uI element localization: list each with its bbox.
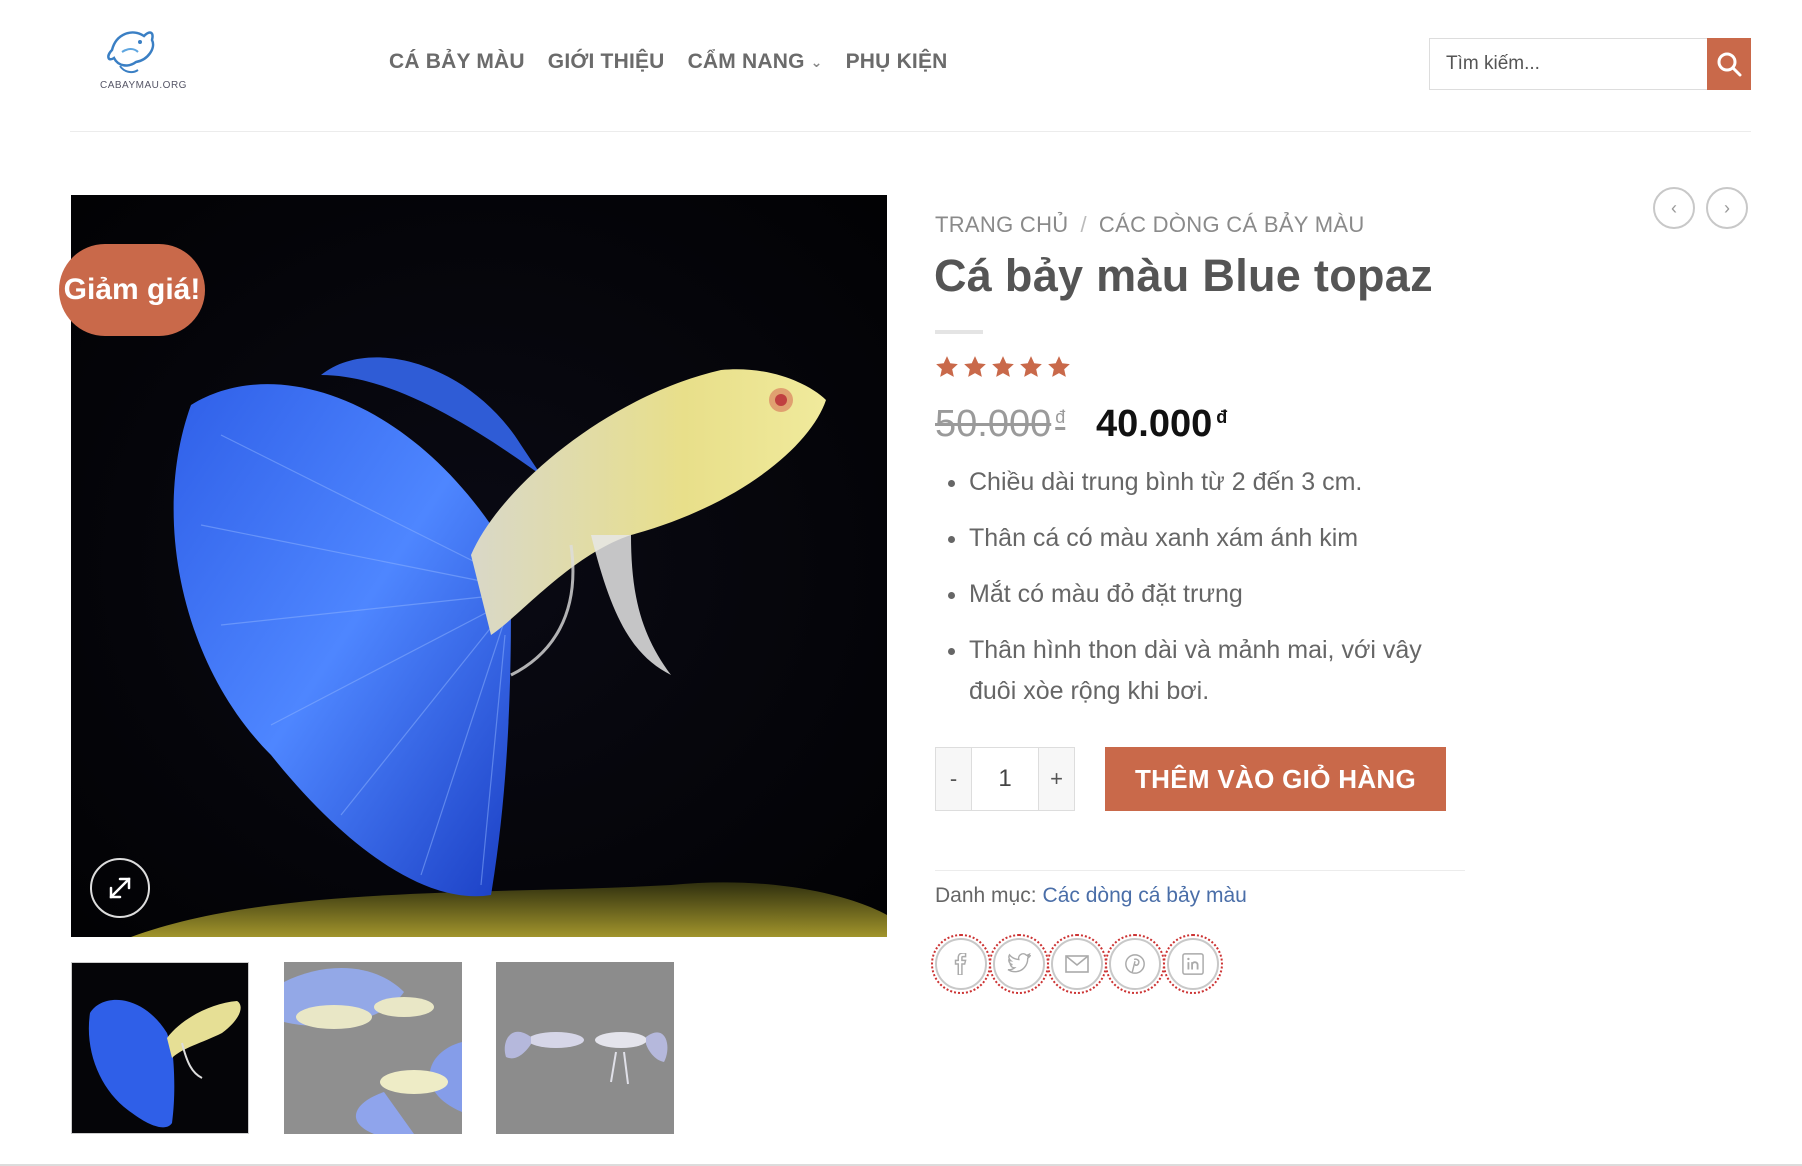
price-new: 40.000 đ xyxy=(1096,403,1227,446)
currency-symbol: đ xyxy=(1216,407,1228,427)
breadcrumb-separator: / xyxy=(1080,212,1087,237)
nav-label: CÁ BẢY MÀU xyxy=(389,50,525,73)
star-icon xyxy=(964,356,986,377)
nav-label: GIỚI THIỆU xyxy=(547,50,665,73)
nav-item-phu-kien[interactable]: PHỤ KIỆN xyxy=(846,50,948,74)
share-linkedin-button[interactable] xyxy=(1163,934,1223,994)
star-icon xyxy=(1048,356,1070,377)
expand-icon xyxy=(109,877,131,899)
share-facebook-button[interactable] xyxy=(931,934,991,994)
nav-item-gioi-thieu[interactable]: GIỚI THIỆU xyxy=(548,50,665,74)
qty-increase-button[interactable]: + xyxy=(1039,748,1074,810)
chevron-right-icon: › xyxy=(1724,197,1730,218)
price-old-value: 50.000 xyxy=(935,403,1052,445)
category-label: Danh mục: xyxy=(935,884,1037,907)
price-new-value: 40.000 xyxy=(1096,403,1213,445)
pinterest-icon xyxy=(1125,954,1145,974)
zoom-button[interactable] xyxy=(90,858,150,918)
chevron-down-icon: ⌄ xyxy=(810,53,823,70)
share-buttons xyxy=(931,934,1223,994)
twitter-icon xyxy=(1007,953,1031,973)
thumbnail-1[interactable] xyxy=(71,962,249,1134)
next-product-button[interactable]: › xyxy=(1706,187,1748,229)
category-link[interactable]: Các dòng cá bảy màu xyxy=(1043,884,1247,907)
share-pinterest-button[interactable] xyxy=(1105,934,1165,994)
thumbnail-2[interactable] xyxy=(284,962,462,1134)
search-icon xyxy=(1717,52,1742,77)
header-divider xyxy=(70,131,1751,132)
qty-input[interactable] xyxy=(971,748,1039,810)
email-icon xyxy=(1065,955,1089,973)
chevron-left-icon: ‹ xyxy=(1671,197,1677,218)
star-icon xyxy=(936,356,958,377)
feature-item: Chiều dài trung bình từ 2 đến 3 cm. xyxy=(969,462,1469,503)
breadcrumb-category[interactable]: CÁC DÒNG CÁ BẢY MÀU xyxy=(1099,212,1365,237)
nav-item-cam-nang[interactable]: CẨM NANG ⌄ xyxy=(688,50,823,74)
prev-product-button[interactable]: ‹ xyxy=(1653,187,1695,229)
add-to-cart-button[interactable]: THÊM VÀO GIỎ HÀNG xyxy=(1105,747,1446,811)
price-old: 50.000 đ xyxy=(935,403,1065,446)
currency-symbol: đ xyxy=(1055,407,1066,427)
nav-item-ca-bay-mau[interactable]: CÁ BẢY MÀU xyxy=(389,50,525,74)
facebook-icon xyxy=(954,953,967,975)
nav-label: CẨM NANG xyxy=(687,50,805,73)
star-icon xyxy=(1020,356,1042,377)
star-rating xyxy=(934,354,1072,380)
feature-item: Thân hình thon dài và mảnh mai, với vây … xyxy=(969,630,1469,712)
star-icon xyxy=(992,356,1014,377)
nav-label: PHỤ KIỆN xyxy=(845,50,948,73)
search-button[interactable] xyxy=(1707,38,1751,90)
logo-text: CABAYMAU.ORG xyxy=(100,80,187,91)
share-email-button[interactable] xyxy=(1047,934,1107,994)
qty-decrease-button[interactable]: - xyxy=(936,748,971,810)
sale-badge: Giảm giá! xyxy=(59,244,205,336)
meta-divider xyxy=(935,870,1465,871)
breadcrumb: TRANG CHỦ / CÁC DÒNG CÁ BẢY MÀU xyxy=(935,212,1365,238)
search-form xyxy=(1429,38,1751,90)
title-divider xyxy=(935,330,983,334)
search-input[interactable] xyxy=(1430,39,1707,89)
product-category: Danh mục: Các dòng cá bảy màu xyxy=(935,884,1247,908)
breadcrumb-home[interactable]: TRANG CHỦ xyxy=(935,212,1068,237)
quantity-stepper: - + xyxy=(935,747,1075,811)
feature-list: Chiều dài trung bình từ 2 đến 3 cm. Thân… xyxy=(945,462,1469,727)
feature-item: Thân cá có màu xanh xám ánh kim xyxy=(969,518,1469,559)
feature-item: Mắt có màu đỏ đặt trưng xyxy=(969,574,1469,615)
main-nav: CÁ BẢY MÀU GIỚI THIỆU CẨM NANG ⌄ PHỤ KIỆN xyxy=(389,50,971,74)
product-title: Cá bảy màu Blue topaz xyxy=(934,250,1433,301)
linkedin-icon xyxy=(1182,953,1204,975)
thumbnail-3[interactable] xyxy=(496,962,674,1134)
share-twitter-button[interactable] xyxy=(989,934,1049,994)
